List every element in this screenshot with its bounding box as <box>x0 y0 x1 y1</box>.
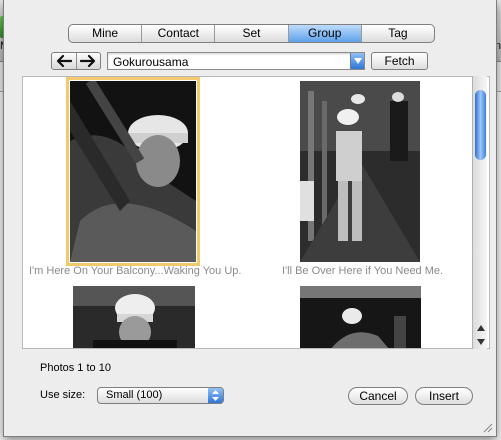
forward-button[interactable] <box>77 53 101 69</box>
photo-thumbnail-2[interactable] <box>300 81 420 262</box>
group-combobox-value: Gokurousama <box>113 55 189 69</box>
photo-picker-sheet: Mine Contact Set Group Tag Gokurousama F… <box>3 0 497 437</box>
photo-thumbnail-3[interactable] <box>73 286 195 348</box>
vertical-scrollbar[interactable] <box>472 76 487 349</box>
left-arrow-icon <box>56 55 72 67</box>
tab-contact[interactable]: Contact <box>142 25 216 42</box>
photo-caption-2: I'll Be Over Here if You Need Me. <box>282 265 444 277</box>
size-select-value: Small (100) <box>106 389 163 401</box>
up-down-arrows-icon <box>212 390 219 401</box>
cancel-button[interactable]: Cancel <box>348 387 408 405</box>
photo-image-2 <box>300 81 420 262</box>
photo-thumbnail-4[interactable] <box>300 286 421 348</box>
scroll-down-button[interactable] <box>473 335 488 349</box>
scrollbar-thumb[interactable] <box>475 90 486 160</box>
right-arrow-icon <box>80 55 96 67</box>
photo-caption-1: I'm Here On Your Balcony...Waking You Up… <box>29 265 242 277</box>
nav-buttons <box>51 52 101 70</box>
photo-image-3 <box>73 286 195 348</box>
tab-group[interactable]: Group <box>288 25 362 42</box>
resize-grip-icon[interactable] <box>481 421 493 433</box>
size-select-arrow <box>208 388 223 403</box>
chevron-down-icon <box>353 58 362 64</box>
back-button[interactable] <box>52 53 77 69</box>
photo-count-status: Photos 1 to 10 <box>40 362 111 374</box>
scroll-up-icon <box>476 325 485 331</box>
combobox-dropdown-button[interactable] <box>350 53 364 69</box>
tab-tag[interactable]: Tag <box>362 25 434 42</box>
tab-mine[interactable]: Mine <box>69 25 143 42</box>
photo-image-1 <box>70 81 196 262</box>
fetch-button[interactable]: Fetch <box>371 52 428 70</box>
use-size-label: Use size: <box>40 389 86 401</box>
size-select[interactable]: Small (100) <box>97 387 224 404</box>
scroll-up-button[interactable] <box>473 321 488 335</box>
photo-thumbnail-1[interactable] <box>66 77 200 266</box>
photo-image-4 <box>300 286 421 348</box>
source-tabs: Mine Contact Set Group Tag <box>68 24 435 43</box>
group-combobox[interactable]: Gokurousama <box>107 52 365 70</box>
photo-grid[interactable]: I'm Here On Your Balcony...Waking You Up… <box>22 76 490 349</box>
insert-button[interactable]: Insert <box>415 387 473 405</box>
scroll-down-icon <box>476 339 485 345</box>
tab-set[interactable]: Set <box>215 25 289 42</box>
